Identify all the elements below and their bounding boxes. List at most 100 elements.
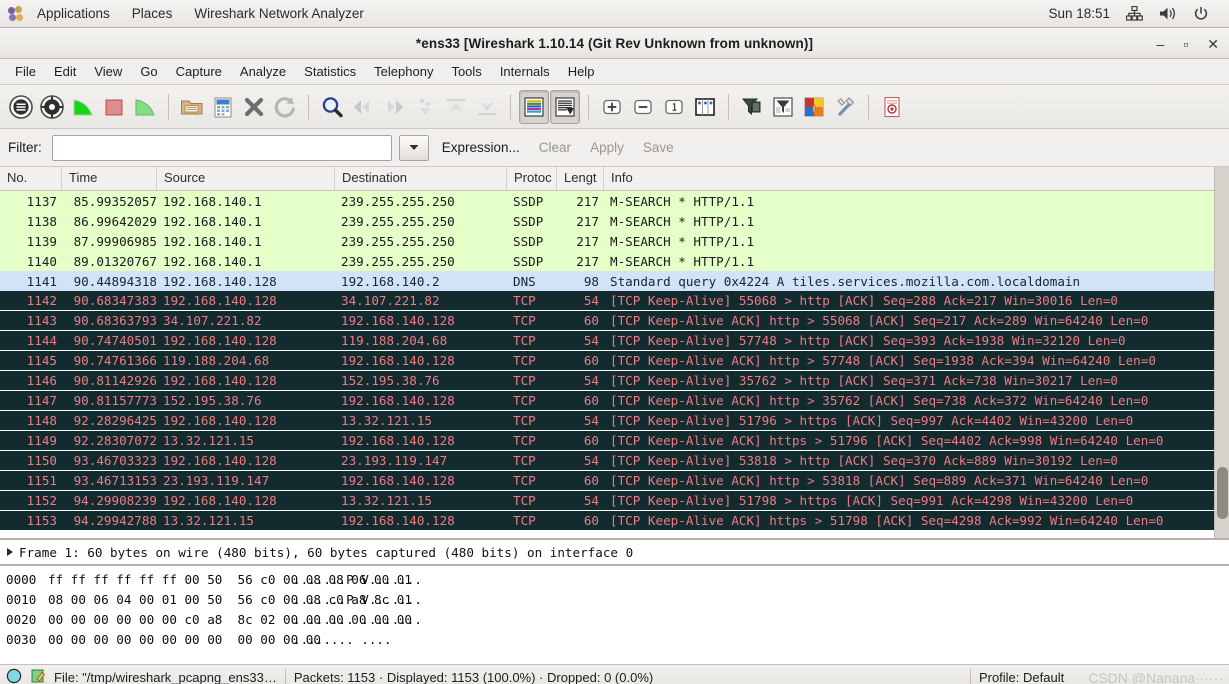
packet-time-cell: 90.74740501 — [73, 333, 157, 348]
minimize-button[interactable]: – — [1157, 37, 1165, 51]
packet-row[interactable]: 1153 94.29942788 13.32.121.15 192.168.140.1… — [0, 511, 1229, 531]
column-header-info[interactable]: Info — [604, 167, 1229, 190]
panel-clock[interactable]: Sun 18:51 — [1048, 6, 1110, 21]
capture-options-icon[interactable] — [37, 90, 67, 124]
expert-info-icon[interactable] — [6, 668, 22, 684]
display-filter-bar: Filter: Expression... Clear Apply Save — [0, 129, 1229, 167]
frame-summary-line[interactable]: Frame 1: 60 bytes on wire (480 bits), 60… — [19, 545, 633, 560]
packet-bytes-pane[interactable]: 0000 ff ff ff ff ff ff 00 50 56 c0 00 08 … — [0, 564, 1229, 664]
reload-file-icon[interactable] — [270, 90, 300, 124]
column-header-time[interactable]: Time — [62, 167, 157, 190]
menu-help[interactable]: Help — [559, 61, 604, 82]
go-first-packet-icon[interactable] — [441, 90, 471, 124]
packet-length-cell: 98 — [583, 273, 599, 289]
menu-go[interactable]: Go — [131, 61, 166, 82]
go-forward-icon[interactable] — [379, 90, 409, 124]
packet-row[interactable]: 1146 90.81142926 192.168.140.128 152.195.38… — [0, 371, 1229, 391]
hex-bytes: 08 00 06 04 00 01 00 50 56 c0 00 08 c0 a… — [48, 592, 412, 607]
packet-length-cell: 217 — [576, 253, 599, 269]
packet-details-pane[interactable]: Frame 1: 60 bytes on wire (480 bits), 60… — [0, 538, 1229, 564]
packet-row[interactable]: 1140 89.01320767 192.168.140.1 239.255.255.… — [0, 251, 1229, 271]
packet-list-pane[interactable]: No. Time Source Destination Protoc Lengt… — [0, 167, 1229, 538]
auto-scroll-live-capture-icon[interactable] — [550, 89, 580, 124]
hex-ascii: ........ .... — [293, 632, 392, 647]
packet-no-cell: 1148 — [26, 413, 57, 428]
resize-columns-icon[interactable] — [690, 90, 720, 124]
zoom-in-icon[interactable] — [597, 90, 627, 124]
toolbar-separator — [168, 93, 169, 120]
packet-row[interactable]: 1142 90.68347383 192.168.140.128 34.107.221… — [0, 291, 1229, 311]
menu-telephony[interactable]: Telephony — [365, 61, 442, 82]
packet-row[interactable]: 1138 86.99642029 192.168.140.1 239.255.255.… — [0, 211, 1229, 231]
close-button[interactable]: ✕ — [1207, 37, 1219, 51]
menu-file[interactable]: File — [6, 61, 45, 82]
applications-menu[interactable]: Applications — [26, 0, 121, 28]
save-file-icon[interactable] — [208, 90, 238, 124]
maximize-button[interactable]: ▫ — [1183, 37, 1188, 51]
filter-expression-button[interactable]: Expression... — [436, 138, 526, 157]
packet-list-scrollbar[interactable] — [1214, 167, 1229, 538]
disclosure-triangle-icon[interactable] — [7, 548, 13, 556]
go-to-packet-icon[interactable] — [410, 90, 440, 124]
go-back-icon[interactable] — [348, 90, 378, 124]
column-header-source[interactable]: Source — [157, 167, 335, 190]
packet-row[interactable]: 1148 92.28296425 192.168.140.128 13.32.121.… — [0, 411, 1229, 431]
column-header-length[interactable]: Lengt — [557, 167, 604, 190]
preferences-icon[interactable] — [830, 90, 860, 124]
display-filter-input[interactable] — [51, 134, 392, 161]
packet-row[interactable]: 1152 94.29908239 192.168.140.128 13.32.121.… — [0, 491, 1229, 511]
menu-statistics[interactable]: Statistics — [295, 61, 365, 82]
stop-capture-icon[interactable] — [99, 90, 129, 124]
packet-row[interactable]: 1150 93.46703323 192.168.140.128 23.193.119… — [0, 451, 1229, 471]
packet-row[interactable]: 1143 90.68363793 34.107.221.82 192.168.140.… — [0, 311, 1229, 331]
coloring-rules-icon[interactable] — [799, 90, 829, 124]
menu-view[interactable]: View — [85, 61, 131, 82]
places-menu[interactable]: Places — [121, 0, 184, 28]
filter-apply-button[interactable]: Apply — [584, 138, 630, 157]
display-filters-icon[interactable] — [768, 90, 798, 124]
filter-history-dropdown[interactable] — [398, 134, 429, 161]
capture-filters-icon[interactable] — [737, 90, 767, 124]
interfaces-icon[interactable] — [6, 90, 36, 124]
capture-comment-icon[interactable] — [30, 668, 46, 684]
menu-capture[interactable]: Capture — [167, 61, 231, 82]
colorize-packet-list-icon[interactable] — [519, 89, 549, 124]
packet-row[interactable]: 1141 90.44894318 192.168.140.128 192.168.14… — [0, 271, 1229, 291]
active-app-name[interactable]: Wireshark Network Analyzer — [183, 0, 375, 28]
filter-save-button[interactable]: Save — [637, 138, 680, 157]
column-header-no[interactable]: No. — [0, 167, 62, 190]
packet-row[interactable]: 1144 90.74740501 192.168.140.128 119.188.20… — [0, 331, 1229, 351]
help-contents-icon[interactable] — [877, 90, 907, 124]
column-header-destination[interactable]: Destination — [335, 167, 507, 190]
packet-row[interactable]: 1149 92.28307072 13.32.121.15 192.168.140.1… — [0, 431, 1229, 451]
menu-analyze[interactable]: Analyze — [231, 61, 295, 82]
filter-clear-button[interactable]: Clear — [533, 138, 577, 157]
close-file-icon[interactable] — [239, 90, 269, 124]
start-capture-icon[interactable] — [68, 90, 98, 124]
packet-list-scrollbar-thumb[interactable] — [1217, 467, 1228, 519]
packet-row[interactable]: 1151 93.46713153 23.193.119.147 192.168.140… — [0, 471, 1229, 491]
network-icon[interactable] — [1126, 6, 1143, 21]
volume-icon[interactable] — [1159, 6, 1177, 21]
packet-protocol-cell: TCP — [513, 413, 536, 428]
packet-row[interactable]: 1147 90.81157773 152.195.38.76 192.168.140.… — [0, 391, 1229, 411]
power-icon[interactable] — [1193, 6, 1209, 22]
menu-tools[interactable]: Tools — [442, 61, 490, 82]
zoom-out-icon[interactable] — [628, 90, 658, 124]
open-file-icon[interactable] — [177, 90, 207, 124]
column-header-protocol[interactable]: Protoc — [507, 167, 557, 190]
hex-offset: 0000 — [6, 572, 37, 587]
go-last-packet-icon[interactable] — [472, 90, 502, 124]
packet-info-cell: [TCP Keep-Alive ACK] https > 51796 [ACK]… — [610, 433, 1164, 448]
menu-internals[interactable]: Internals — [491, 61, 559, 82]
packet-row[interactable]: 1139 87.99906985 192.168.140.1 239.255.255.… — [0, 231, 1229, 251]
zoom-reset-icon[interactable] — [659, 90, 689, 124]
status-profile[interactable]: Profile: Default — [979, 670, 1064, 684]
packet-row[interactable]: 1145 90.74761366 119.188.204.68 192.168.140… — [0, 351, 1229, 371]
hex-dump-line: 0030 00 00 00 00 00 00 00 00 00 00 00 00.… — [6, 630, 1229, 650]
find-packet-icon[interactable] — [317, 90, 347, 124]
packet-row[interactable]: 1137 85.99352057 192.168.140.1 239.255.255.… — [0, 191, 1229, 211]
restart-capture-icon[interactable] — [130, 90, 160, 124]
toolbar-separator — [588, 93, 589, 120]
menu-edit[interactable]: Edit — [45, 61, 85, 82]
